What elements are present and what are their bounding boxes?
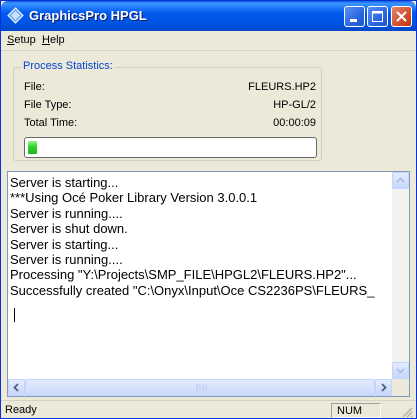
log-line: Successfully created "C:\Onyx\Input\Oce … [10,282,375,298]
num-lock-panel: NUM [331,403,381,418]
scroll-corner [392,379,409,396]
resize-grip-icon[interactable] [401,406,413,418]
progress-fill [28,141,37,154]
menu-help[interactable]: Help [42,34,65,46]
log-line: Server is shut down. [10,221,128,237]
total-time-label: Total Time: [24,117,78,129]
close-icon [396,11,407,22]
file-value: FLEURS.HP2 [248,81,316,93]
status-text: Ready [5,404,37,416]
chevron-up-icon [396,177,405,183]
horizontal-scrollbar[interactable] [8,379,392,396]
log-output[interactable]: Server is starting... ***Using Océ Poker … [7,171,410,397]
progress-bar [24,137,317,158]
scroll-thumb[interactable] [25,379,375,396]
diamond-app-icon [7,7,24,24]
chevron-left-icon [13,383,19,392]
title-bar[interactable]: GraphicsPro HPGL [1,1,416,31]
log-line: Server is running.... [10,205,123,221]
grip-lines-icon [196,384,207,391]
log-lines: Server is starting... ***Using Océ Poker … [10,175,392,298]
vertical-scrollbar[interactable] [392,172,409,379]
log-line: ***Using Océ Poker Library Version 3.0.0… [10,190,258,206]
num-lock-indicator: NUM [337,405,363,417]
maximize-button[interactable] [367,6,388,27]
app-window: GraphicsPro HPGL Setup Help Process Stat… [0,0,417,419]
menu-setup-rest: etup [14,34,36,46]
scroll-right-button[interactable] [375,379,392,396]
file-label: File: [24,81,45,93]
chevron-right-icon [381,383,387,392]
text-caret [14,308,15,322]
menu-setup[interactable]: Setup [7,34,36,46]
status-bar: Ready NUM [1,400,416,418]
scroll-left-button[interactable] [8,379,25,396]
window-title: GraphicsPro HPGL [29,8,147,23]
minimize-icon [350,19,357,22]
minimize-button[interactable] [344,6,365,27]
menu-help-accel: H [42,34,50,46]
scroll-up-button[interactable] [392,172,409,189]
file-type-label: File Type: [24,99,72,111]
log-line: Server is running.... [10,252,123,268]
scroll-down-button[interactable] [392,362,409,379]
maximize-icon [372,11,383,22]
group-title: Process Statistics: [21,60,115,72]
log-line: Server is starting... [10,175,119,190]
chevron-down-icon [396,368,405,374]
log-line: Processing "Y:\Projects\SMP_FILE\HPGL2\F… [10,267,357,283]
log-line: Server is starting... [10,236,119,252]
menu-help-rest: elp [49,34,65,46]
menu-bar: Setup Help [1,31,416,51]
file-type-value: HP-GL/2 [273,99,316,111]
close-button[interactable] [391,6,412,27]
total-time-value: 00:00:09 [273,117,316,129]
